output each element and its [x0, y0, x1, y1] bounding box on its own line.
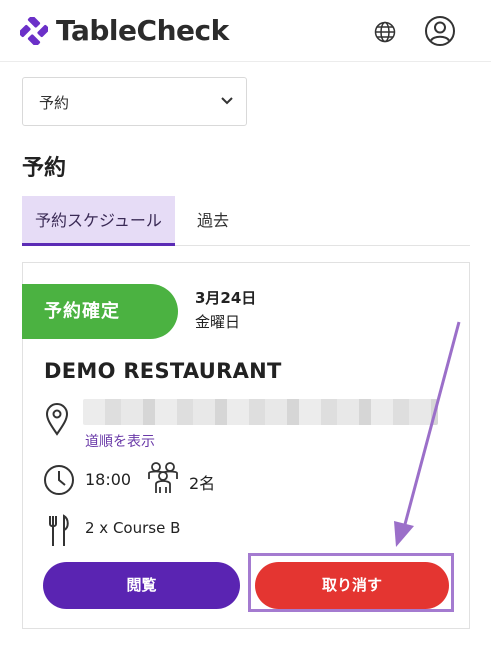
annotation-highlight-box: [248, 553, 454, 612]
status-badge: 予約確定: [22, 284, 178, 339]
brand-logo[interactable]: TableCheck: [20, 15, 229, 47]
clock-icon: [44, 465, 74, 495]
brand-name: TableCheck: [56, 14, 229, 47]
directions-link[interactable]: 道順を表示: [85, 431, 155, 451]
reservation-tabs: 予約スケジュール 過去: [22, 196, 470, 246]
page-title: 予約: [22, 156, 67, 181]
course-info: 2 x Course B: [85, 519, 181, 537]
chevron-down-icon: [221, 97, 233, 105]
tab-past[interactable]: 過去: [182, 196, 244, 246]
app-header: TableCheck: [0, 0, 491, 62]
globe-icon[interactable]: [373, 20, 397, 44]
tablecheck-logo-icon: [20, 17, 48, 45]
select-value: 予約: [39, 94, 70, 112]
reservation-filter-select[interactable]: 予約: [22, 77, 247, 126]
view-button[interactable]: 閲覧: [43, 562, 240, 609]
cutlery-icon: [49, 514, 69, 546]
address-redacted: [83, 399, 438, 425]
map-pin-icon: [45, 403, 69, 436]
reservation-weekday: 金曜日: [195, 313, 241, 331]
reservation-time: 18:00: [85, 470, 132, 489]
tab-schedule[interactable]: 予約スケジュール: [22, 196, 175, 246]
restaurant-name: DEMO RESTAURANT: [44, 359, 282, 383]
party-size: 2名: [189, 474, 216, 493]
people-icon: [148, 462, 178, 493]
user-icon[interactable]: [424, 15, 456, 47]
reservation-date: 3月24日: [195, 289, 257, 307]
